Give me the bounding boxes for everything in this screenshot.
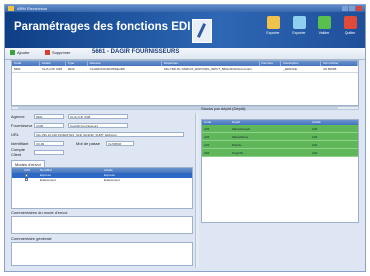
record-heading: 5661 - DAGIR FOURNISSEURS — [92, 49, 180, 55]
window-controls — [342, 6, 362, 11]
table-row[interactable]: 5661 CL/A.O.B. 6/48 0043 CL/ARF/FOURNISS… — [12, 66, 358, 73]
identifier-field[interactable]: C0-69 — [34, 140, 64, 146]
close-window-icon[interactable] — [356, 6, 362, 11]
detail-tabs: Modes d'envoi — [11, 160, 45, 167]
app-icon — [8, 6, 14, 11]
password-field[interactable]: Xe7#8N9! — [106, 140, 134, 146]
stock-panel: Stocks par dépôt (Dépôt) Code Dépôt Libe… — [201, 106, 359, 223]
minimize-icon[interactable] — [342, 6, 348, 11]
export-all-icon — [292, 16, 306, 29]
stock-grid[interactable]: Code Dépôt Libellé A03 Maris/Accueil A03… — [201, 119, 359, 223]
window-title: ARM Electrónica — [17, 6, 47, 11]
check-icon — [317, 16, 331, 29]
general-comment-field[interactable] — [11, 242, 193, 266]
supplier-code-field[interactable]: C005 — [34, 122, 64, 128]
active-checkbox[interactable] — [25, 178, 28, 182]
page-title: Paramétrages des fonctions EDI — [14, 21, 191, 33]
agence-name-field[interactable]: CL/A.O.B. 6/48 — [68, 113, 128, 119]
table-row[interactable]: A03 Maris/Accueil A03 — [202, 125, 358, 133]
title-bar: ARM Electrónica — [5, 5, 365, 12]
sub-toolbar: Ajouter Supprimer 5661 - DAGIR FOURNISSE… — [5, 48, 365, 60]
shipping-comment-section: Commentaires du mode d'envoi — [11, 210, 193, 234]
add-button[interactable]: Ajouter — [10, 50, 30, 55]
plus-icon — [10, 50, 15, 55]
export-icon — [266, 16, 280, 29]
general-comment-section: Commentaire générale — [11, 236, 193, 266]
supplier-name-field[interactable]: Cart/All Fournisseurs — [68, 122, 128, 128]
delete-button[interactable]: Supprimer — [45, 50, 70, 55]
table-row[interactable]: A04 Marseillères A04 — [202, 133, 358, 141]
validate-button[interactable]: Valider — [312, 16, 336, 35]
client-account-field[interactable] — [34, 149, 64, 155]
app-window: ARM Electrónica Paramétrages des fonctio… — [4, 4, 366, 272]
vertical-scrollbar[interactable] — [195, 113, 199, 268]
table-row[interactable]: Enlèvement Enlèvement — [12, 178, 192, 183]
delete-icon — [45, 50, 50, 55]
shipping-comment-field[interactable] — [11, 216, 193, 234]
shipping-modes-grid[interactable]: Actif Nom/Rel Libellé Express Express En… — [11, 167, 193, 209]
grid-header: Code Dépôt Libellé — [202, 120, 358, 125]
edi-logo — [192, 19, 212, 43]
table-row[interactable]: A01 Paris/L... A01 — [202, 141, 358, 149]
table-row[interactable]: A02 Pu/gr/N/... A02 — [202, 149, 358, 157]
edi-functions-grid[interactable]: Code Libellé Type Adresse Répertoire Der… — [11, 60, 359, 106]
agence-code-field[interactable]: 5661 — [34, 113, 64, 119]
active-checkbox[interactable] — [25, 173, 28, 177]
stock-panel-title: Stocks par dépôt (Dépôt) — [201, 106, 246, 111]
maximize-icon[interactable] — [349, 6, 355, 11]
header-banner: Paramétrages des fonctions EDI Exporter … — [5, 12, 365, 48]
export-all-button[interactable]: Exporter — [287, 16, 311, 35]
url-field[interactable]: http://96.10.128.15/JEDITES_SFR_EDI/NR_S… — [34, 131, 184, 137]
export-button[interactable]: Exporter — [261, 16, 285, 35]
tab-modes-envoi[interactable]: Modes d'envoi — [11, 160, 45, 167]
quit-button[interactable]: Quitter — [338, 16, 362, 35]
close-icon — [343, 16, 357, 29]
